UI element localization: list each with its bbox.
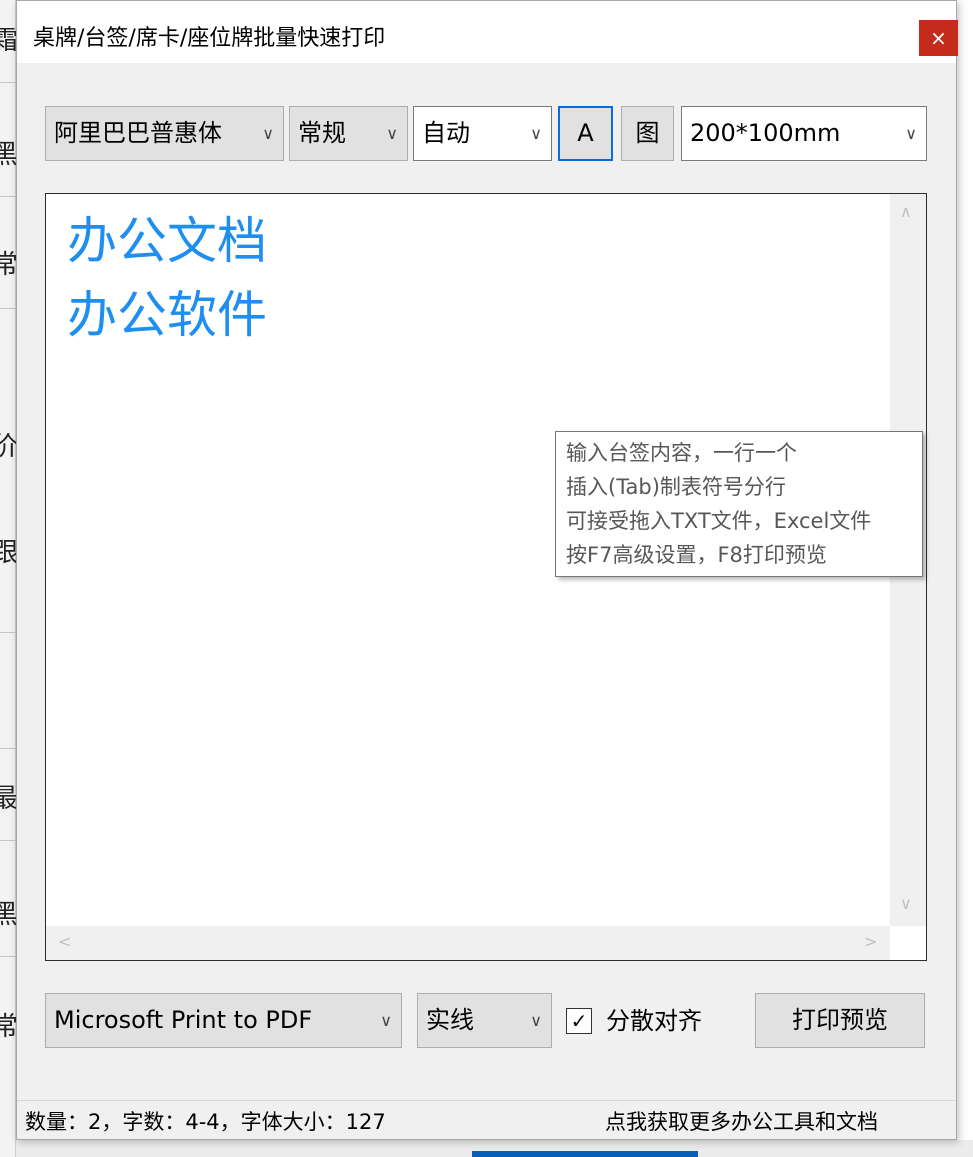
window-title: 桌牌/台签/席卡/座位牌批量快速打印 — [33, 26, 386, 51]
chevron-down-icon: ∨ — [380, 1011, 392, 1030]
scroll-up-icon[interactable]: ∧ — [900, 202, 912, 221]
image-button[interactable]: 图 — [621, 106, 674, 161]
background-divider — [0, 308, 16, 309]
font-family-select[interactable]: 阿里巴巴普惠体 ∨ — [45, 106, 284, 161]
background-divider — [0, 840, 16, 841]
background-glyph: 价 — [0, 432, 19, 462]
close-button[interactable]: × — [919, 20, 958, 56]
scroll-right-icon[interactable]: > — [864, 932, 877, 951]
title-bar[interactable]: 桌牌/台签/席卡/座位牌批量快速打印 × — [17, 1, 958, 63]
font-color-label: A — [577, 119, 594, 147]
printer-select[interactable]: Microsoft Print to PDF ∨ — [45, 993, 402, 1048]
tooltip-line: 输入台签内容，一行一个 — [566, 441, 797, 465]
scroll-left-icon[interactable]: < — [58, 932, 71, 951]
status-info: 数量：2，字数：4-4，字体大小：127 — [25, 1110, 386, 1134]
tooltip-line: 按F7高级设置，F8打印预览 — [566, 543, 827, 567]
font-size-value: 自动 — [422, 119, 470, 147]
font-family-value: 阿里巴巴普惠体 — [54, 119, 222, 147]
image-button-label: 图 — [635, 119, 660, 147]
chevron-down-icon: ∨ — [905, 124, 917, 143]
background-divider — [0, 956, 16, 957]
background-glyph: 最 — [0, 784, 19, 814]
paper-size-select[interactable]: 200*100mm ∨ — [681, 106, 927, 161]
tooltip-line: 可接受拖入TXT文件，Excel文件 — [566, 509, 872, 533]
text-line: 办公软件 — [67, 286, 267, 344]
text-line: 办公文档 — [67, 212, 267, 270]
background-glyph: 常 — [0, 1012, 19, 1042]
background-glyph: 常 — [0, 250, 19, 280]
line-style-select[interactable]: 实线 ∨ — [417, 993, 552, 1048]
background-divider — [0, 748, 16, 749]
font-color-button[interactable]: A — [558, 106, 613, 161]
content-textarea[interactable]: 办公文档 办公软件 ∧ ∨ < > — [45, 193, 927, 961]
textarea-content: 办公文档 办公软件 — [67, 204, 267, 352]
background-window-edge: 霜 黑 常 价 跟 最 黑 常 — [0, 0, 19, 1157]
more-tools-link[interactable]: 点我获取更多办公工具和文档 — [605, 1106, 878, 1136]
background-divider — [0, 82, 16, 83]
background-accent-bar — [472, 1151, 698, 1157]
background-glyph: 跟 — [0, 538, 19, 568]
printer-value: Microsoft Print to PDF — [54, 1006, 313, 1034]
background-divider — [0, 632, 16, 633]
horizontal-scrollbar[interactable]: < > — [46, 926, 890, 960]
background-glyph: 霜 — [0, 26, 19, 56]
background-divider — [0, 196, 16, 197]
status-separator — [17, 1100, 956, 1101]
help-tooltip: 输入台签内容，一行一个 插入(Tab)制表符号分行 可接受拖入TXT文件，Exc… — [555, 431, 923, 577]
font-style-select[interactable]: 常规 ∨ — [289, 106, 408, 161]
checkmark-icon[interactable]: ✓ — [566, 1008, 592, 1034]
print-preview-label: 打印预览 — [792, 1006, 888, 1034]
background-glyph: 黑 — [0, 140, 19, 170]
chevron-down-icon: ∨ — [530, 1011, 542, 1030]
line-style-value: 实线 — [426, 1006, 474, 1034]
scroll-down-icon[interactable]: ∨ — [900, 894, 912, 913]
distribute-align-label: 分散对齐 — [606, 1007, 702, 1035]
close-icon: × — [930, 26, 947, 50]
font-size-select[interactable]: 自动 ∨ — [413, 106, 552, 161]
font-style-value: 常规 — [298, 119, 346, 147]
chevron-down-icon: ∨ — [530, 124, 542, 143]
background-glyph: 黑 — [0, 900, 19, 930]
chevron-down-icon: ∨ — [262, 124, 274, 143]
tooltip-line: 插入(Tab)制表符号分行 — [566, 475, 786, 499]
print-dialog-window: 桌牌/台签/席卡/座位牌批量快速打印 × 阿里巴巴普惠体 ∨ 常规 ∨ 自动 ∨… — [16, 0, 958, 1140]
chevron-down-icon: ∨ — [386, 124, 398, 143]
paper-size-value: 200*100mm — [690, 119, 841, 147]
print-preview-button[interactable]: 打印预览 — [755, 993, 925, 1048]
